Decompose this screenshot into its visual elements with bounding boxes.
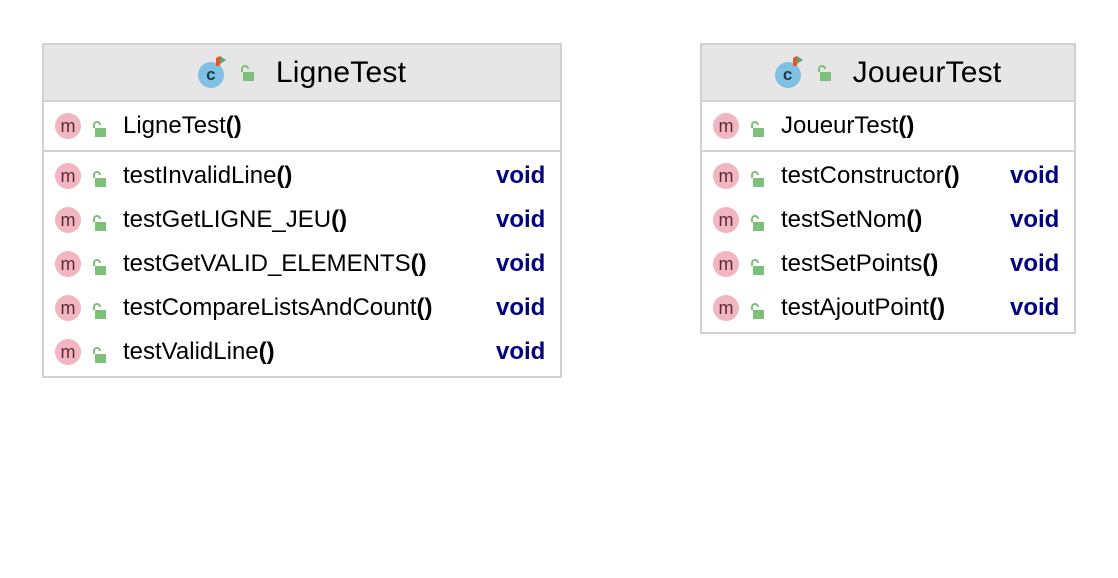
method-name: testConstructor() (781, 162, 960, 189)
method-icon: m (713, 163, 739, 189)
constructors-section: m JoueurTest() (702, 102, 1074, 152)
return-type: void (496, 250, 546, 277)
method-icon: m (55, 295, 81, 321)
method-row[interactable]: m testValidLine() void (44, 330, 560, 374)
return-type: void (496, 338, 546, 365)
public-lock-icon (748, 299, 766, 319)
method-row[interactable]: m testSetNom() void (702, 198, 1074, 242)
method-name: testGetVALID_ELEMENTS() (123, 250, 427, 277)
public-lock-icon (748, 117, 766, 137)
class-icon: c (197, 55, 228, 88)
method-row[interactable]: m testConstructor() void (702, 154, 1074, 198)
return-type: void (496, 206, 546, 233)
constructor-name: LigneTest() (123, 112, 242, 139)
method-icon: m (55, 207, 81, 233)
method-row[interactable]: m testGetVALID_ELEMENTS() void (44, 242, 560, 286)
class-box-joueurtest[interactable]: c JoueurTest m JoueurTest() m testConstr… (700, 43, 1076, 334)
public-lock-icon (90, 343, 108, 363)
methods-section: m testConstructor() void m testSetNom() … (702, 152, 1074, 332)
method-icon: m (55, 163, 81, 189)
public-lock-icon (90, 211, 108, 231)
constructors-section: m LigneTest() (44, 102, 560, 152)
constructor-row[interactable]: m LigneTest() (44, 104, 560, 148)
class-box-lignetest[interactable]: c LigneTest m LigneTest() m testInvalidL… (42, 43, 562, 378)
class-icon: c (774, 55, 805, 88)
method-name: testInvalidLine() (123, 162, 293, 189)
method-name: testCompareListsAndCount() (123, 294, 433, 321)
method-icon: m (55, 113, 81, 139)
return-type: void (1010, 206, 1060, 233)
method-icon: m (55, 251, 81, 277)
class-header: c JoueurTest (702, 45, 1074, 102)
method-icon: m (713, 113, 739, 139)
return-type: void (1010, 294, 1060, 321)
public-lock-icon (238, 64, 256, 82)
class-header: c LigneTest (44, 45, 560, 102)
method-name: testGetLIGNE_JEU() (123, 206, 348, 233)
method-row[interactable]: m testInvalidLine() void (44, 154, 560, 198)
method-icon: m (55, 339, 81, 365)
class-name: JoueurTest (852, 55, 1002, 89)
method-icon: m (713, 207, 739, 233)
public-lock-icon (90, 255, 108, 275)
public-lock-icon (748, 211, 766, 231)
public-lock-icon (90, 167, 108, 187)
method-name: testValidLine() (123, 338, 275, 365)
return-type: void (1010, 250, 1060, 277)
public-lock-icon (90, 117, 108, 137)
constructor-name: JoueurTest() (781, 112, 915, 139)
method-icon: m (713, 295, 739, 321)
public-lock-icon (748, 255, 766, 275)
methods-section: m testInvalidLine() void m testGetLIGNE_… (44, 152, 560, 376)
method-row[interactable]: m testGetLIGNE_JEU() void (44, 198, 560, 242)
method-name: testAjoutPoint() (781, 294, 946, 321)
method-name: testSetNom() (781, 206, 923, 233)
method-row[interactable]: m testSetPoints() void (702, 242, 1074, 286)
method-name: testSetPoints() (781, 250, 939, 277)
public-lock-icon (815, 64, 833, 82)
return-type: void (496, 162, 546, 189)
method-row[interactable]: m testCompareListsAndCount() void (44, 286, 560, 330)
method-icon: m (713, 251, 739, 277)
return-type: void (496, 294, 546, 321)
public-lock-icon (748, 167, 766, 187)
method-row[interactable]: m testAjoutPoint() void (702, 286, 1074, 330)
class-name: LigneTest (275, 55, 407, 89)
constructor-row[interactable]: m JoueurTest() (702, 104, 1074, 148)
public-lock-icon (90, 299, 108, 319)
return-type: void (1010, 162, 1060, 189)
